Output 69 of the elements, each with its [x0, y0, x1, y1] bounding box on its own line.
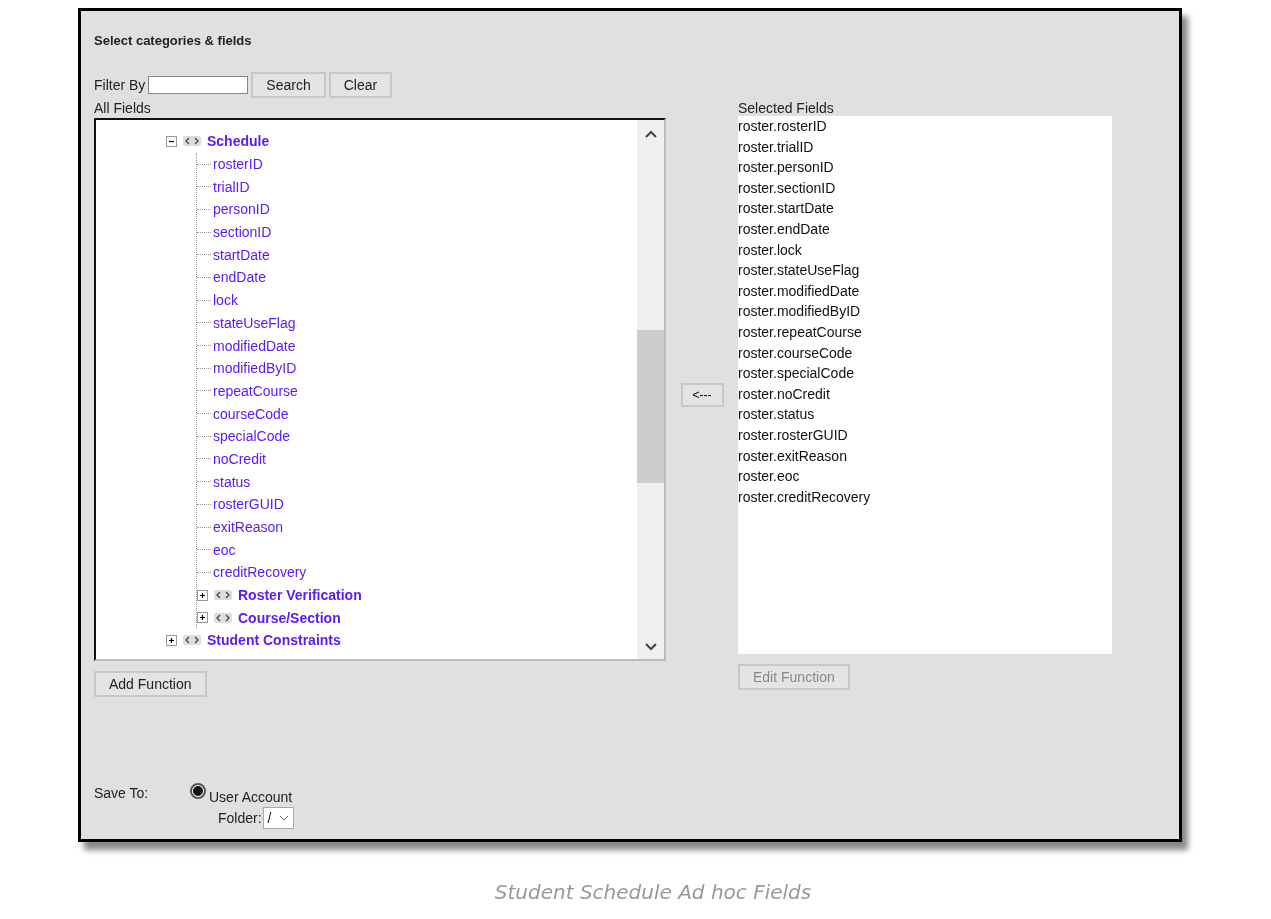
- collapse-icon[interactable]: [166, 135, 177, 147]
- all-fields-label: All Fields: [94, 100, 152, 116]
- brackets-icon: [214, 612, 232, 623]
- selected-field-item[interactable]: roster.sectionID: [738, 177, 1112, 199]
- selected-field-item[interactable]: roster.courseCode: [738, 342, 1112, 364]
- field-item[interactable]: sectionID: [213, 224, 272, 241]
- brackets-icon: [214, 590, 232, 601]
- scroll-up-icon[interactable]: [644, 130, 657, 138]
- folder-select[interactable]: /: [262, 807, 295, 829]
- filter-button[interactable]: Search: [251, 72, 326, 98]
- save-to-label: Save To:: [94, 784, 150, 801]
- selected-field-item[interactable]: roster.personID: [738, 157, 1112, 178]
- field-item[interactable]: noCredit: [213, 450, 266, 467]
- selected-field-item[interactable]: roster.specialCode: [738, 363, 1112, 384]
- field-item[interactable]: creditRecovery: [213, 564, 307, 581]
- category-item[interactable]: Roster Verification: [238, 587, 362, 604]
- field-item[interactable]: repeatCourse: [213, 382, 298, 399]
- field-item[interactable]: trialID: [213, 178, 250, 195]
- category-item[interactable]: Course/Section: [238, 609, 341, 626]
- radio-label: User Account: [209, 788, 293, 805]
- field-item[interactable]: rosterID: [213, 156, 263, 173]
- add-function-button[interactable]: Add Function: [94, 671, 207, 697]
- caret-icon[interactable]: [279, 815, 290, 821]
- field-item[interactable]: rosterGUID: [213, 496, 284, 513]
- panel-title: Select categories & fields: [94, 33, 253, 48]
- selected-field-item[interactable]: roster.eoc: [738, 466, 1112, 487]
- selected-field-item[interactable]: roster.creditRecovery: [738, 486, 1112, 508]
- selected-field-item[interactable]: roster.modifiedByID: [738, 301, 1112, 322]
- field-item[interactable]: exitReason: [213, 519, 284, 536]
- selected-field-item[interactable]: roster.status: [738, 404, 1112, 425]
- brackets-icon: [183, 136, 201, 147]
- field-item[interactable]: lock: [213, 292, 238, 309]
- selected-field-item[interactable]: roster.rosterGUID: [738, 424, 1112, 446]
- radio-button[interactable]: [190, 783, 206, 799]
- remove-field-button[interactable]: <---: [680, 383, 724, 407]
- scrollbar[interactable]: [637, 120, 664, 659]
- scroll-down-icon[interactable]: [644, 643, 657, 651]
- field-item[interactable]: courseCode: [213, 405, 289, 422]
- selected-field-item[interactable]: roster.repeatCourse: [738, 321, 1112, 343]
- field-item[interactable]: startDate: [213, 246, 270, 263]
- selected-field-item[interactable]: roster.noCredit: [738, 383, 1112, 405]
- category-item[interactable]: Student Constraints: [207, 632, 341, 649]
- filter-label: Filter By: [94, 77, 146, 93]
- selected-field-item[interactable]: roster.modifiedDate: [738, 280, 1112, 302]
- field-item[interactable]: endDate: [213, 269, 266, 286]
- field-item[interactable]: personID: [213, 201, 270, 218]
- figure-caption: Student Schedule Ad hoc Fields: [493, 880, 813, 904]
- field-item[interactable]: eoc: [213, 541, 236, 558]
- selected-field-item[interactable]: roster.startDate: [738, 198, 1112, 219]
- selected-field-item[interactable]: roster.lock: [738, 239, 1112, 261]
- field-item[interactable]: modifiedByID: [213, 360, 297, 377]
- selected-field-item[interactable]: roster.endDate: [738, 218, 1112, 240]
- expand-icon[interactable]: [166, 634, 177, 646]
- field-item[interactable]: specialCode: [213, 428, 291, 445]
- selected-field-item[interactable]: roster.exitReason: [738, 445, 1112, 467]
- field-item[interactable]: modifiedDate: [213, 337, 296, 354]
- selected-fields-label: Selected Fields: [738, 100, 835, 116]
- brackets-icon: [183, 635, 201, 646]
- category-item[interactable]: Schedule: [207, 133, 270, 150]
- filter-button[interactable]: Clear: [328, 72, 393, 98]
- expand-icon[interactable]: [197, 589, 208, 601]
- field-item[interactable]: status: [213, 473, 251, 490]
- selected-field-item[interactable]: roster.rosterID: [738, 116, 1112, 137]
- selected-field-item[interactable]: roster.stateUseFlag: [738, 260, 1112, 281]
- filter-input[interactable]: [148, 76, 249, 94]
- folder-label: Folder:: [218, 810, 262, 826]
- field-item[interactable]: stateUseFlag: [213, 314, 296, 331]
- expand-icon[interactable]: [197, 612, 208, 624]
- selected-field-item[interactable]: roster.trialID: [738, 136, 1112, 158]
